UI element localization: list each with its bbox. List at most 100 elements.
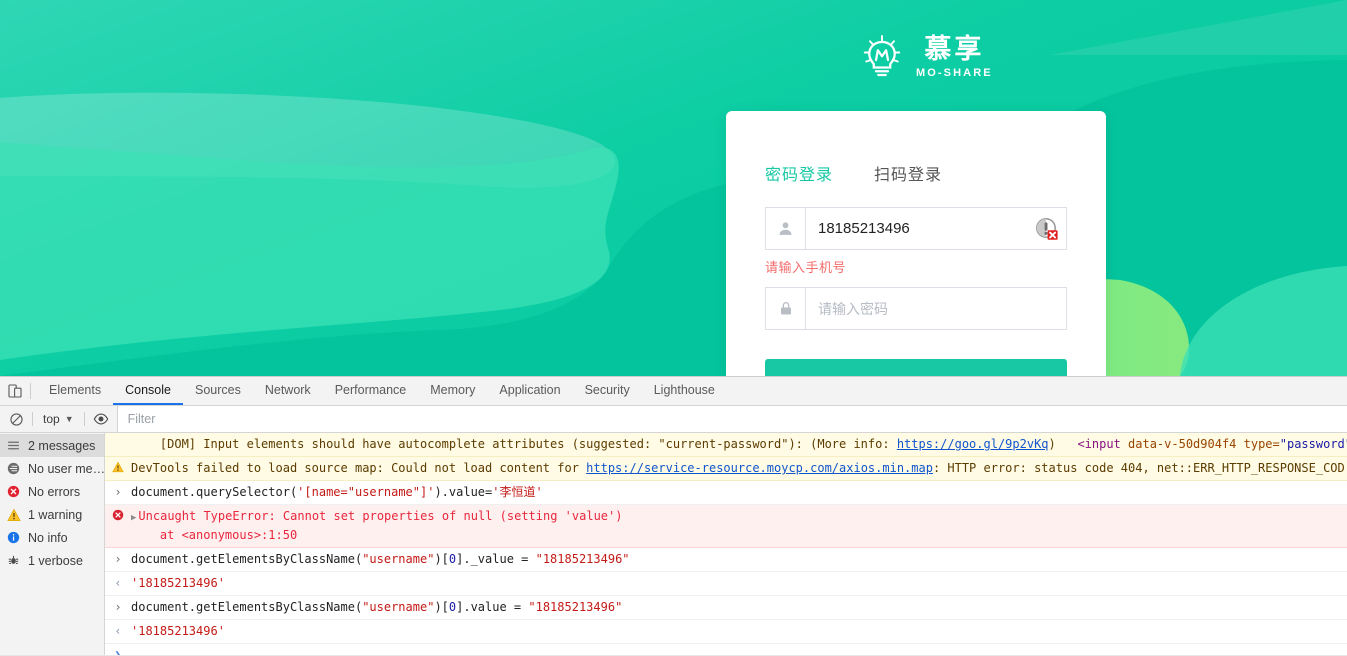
screen: 慕享 MO-SHARE 密码登录 扫码登录 18185213496 请输入手机号… [0, 0, 1347, 656]
sidebar-errors-label: No errors [28, 484, 81, 499]
text-segment[interactable]: https://goo.gl/9p2vKq [897, 437, 1049, 451]
login-tabs: 密码登录 扫码登录 [765, 161, 942, 199]
sidebar-messages-label: 2 messages [28, 438, 96, 453]
text-segment: )[ [434, 552, 449, 566]
sidebar-item-user-messages[interactable]: No user me… [0, 457, 104, 480]
clear-console-icon[interactable] [0, 406, 32, 432]
console-message-input[interactable]: › document.querySelector('[name="username… [105, 481, 1347, 505]
sidebar-item-warnings[interactable]: 1 warning [0, 503, 104, 526]
tab-security[interactable]: Security [573, 377, 642, 405]
username-field[interactable]: 18185213496 [765, 207, 1067, 250]
tab-application[interactable]: Application [487, 377, 572, 405]
text-segment: '李恒道' [492, 485, 543, 499]
text-segment: type= [1236, 437, 1280, 451]
tab-network[interactable]: Network [253, 377, 323, 405]
prompt-arrow-icon: › [114, 552, 122, 566]
console-message-input[interactable]: › document.getElementsByClassName("userna… [105, 548, 1347, 572]
tab-qrcode-login[interactable]: 扫码登录 [874, 161, 942, 199]
logo-text-cn: 慕享 [924, 33, 985, 65]
tab-performance[interactable]: Performance [323, 377, 419, 405]
error-icon [105, 508, 131, 521]
messages-icon [6, 438, 21, 453]
console-message-text: document.getElementsByClassName("usernam… [131, 599, 1347, 616]
username-input-value[interactable]: 18185213496 [806, 208, 1028, 249]
sidebar-item-messages[interactable]: 2 messages [0, 434, 104, 457]
console-message-text: '18185213496' [131, 623, 1347, 640]
console-message-text: ▶ Uncaught TypeError: Cannot set properti… [131, 508, 1347, 544]
sidebar-item-info[interactable]: No info [0, 526, 104, 549]
console-message-text: document.getElementsByClassName("usernam… [131, 551, 1347, 568]
error-icon [6, 484, 21, 499]
tab-elements[interactable]: Elements [37, 377, 113, 405]
tab-console[interactable]: Console [113, 377, 183, 405]
device-toggle-icon[interactable] [0, 377, 30, 405]
verbose-icon [6, 553, 21, 568]
console-message-result[interactable]: ‹ '18185213496' [105, 572, 1347, 596]
expand-triangle-icon[interactable]: ▶ [131, 513, 136, 523]
user-message-icon [6, 461, 21, 476]
text-segment: ].value = [456, 600, 529, 614]
console-message-input[interactable]: › document.getElementsByClassName("userna… [105, 596, 1347, 620]
logo-text-en: MO-SHARE [916, 66, 993, 79]
sidebar-verbose-label: 1 verbose [28, 553, 83, 568]
text-segment: at <anonymous>:1:50 [159, 528, 298, 542]
password-field[interactable]: 请输入密码 [765, 287, 1067, 330]
brand-logo: 慕享 MO-SHARE [858, 33, 993, 81]
sidebar-user-messages-label: No user me… [28, 461, 104, 476]
text-segment: ]._value = [456, 552, 536, 566]
text-segment: document.getElementsByClassName( [131, 600, 363, 614]
sidebar-item-errors[interactable]: No errors [0, 480, 104, 503]
console-message-text: DevTools failed to load source map: Coul… [131, 460, 1347, 477]
message-gutter [105, 436, 131, 437]
login-submit-button[interactable] [765, 359, 1067, 376]
console-message-result[interactable]: ‹ '18185213496' [105, 620, 1347, 644]
tab-memory[interactable]: Memory [418, 377, 487, 405]
chevron-down-icon: ▼ [64, 414, 74, 424]
text-segment: )[ [434, 600, 449, 614]
text-segment: ).value= [434, 485, 493, 499]
devtools-panel: Elements Console Sources Network Perform… [0, 376, 1347, 656]
live-expression-eye-icon[interactable] [85, 406, 117, 432]
text-segment: "18185213496" [528, 600, 623, 614]
text-segment: Uncaught TypeError: Cannot set propertie… [138, 509, 623, 523]
execution-context-label: top [43, 412, 60, 426]
login-card: 密码登录 扫码登录 18185213496 请输入手机号 请输入密码 [726, 111, 1106, 376]
text-segment: '18185213496' [131, 624, 225, 638]
text-segment: document.querySelector( [131, 485, 298, 499]
tab-password-login[interactable]: 密码登录 [765, 161, 833, 199]
prompt-arrow-icon: › [114, 600, 122, 614]
console-sidebar: 2 messages No user me… No errors 1 warni… [0, 433, 105, 656]
tab-sources[interactable]: Sources [183, 377, 253, 405]
lock-icon [766, 288, 806, 329]
execution-context-selector[interactable]: top ▼ [33, 406, 84, 432]
info-icon [6, 530, 21, 545]
background-decoration [0, 0, 1347, 376]
text-segment: "password" [1279, 437, 1347, 451]
text-segment: : HTTP error: status code 404, net::ERR_… [932, 461, 1345, 475]
broken-image-placeholder[interactable] [1028, 208, 1066, 249]
devtools-tabbar: Elements Console Sources Network Perform… [0, 377, 1347, 406]
console-filter-input[interactable]: Filter [116, 406, 1347, 432]
console-message-list[interactable]: [DOM] Input elements should have autocom… [105, 433, 1347, 656]
devtools-tab-list: Elements Console Sources Network Perform… [31, 377, 727, 405]
password-input-placeholder[interactable]: 请输入密码 [806, 288, 1066, 329]
text-segment: data-v-50d904f4 [1120, 437, 1237, 451]
prompt-arrow-icon: › [114, 485, 122, 499]
result-arrow-icon: ‹ [114, 624, 122, 638]
broken-image-icon [1036, 217, 1058, 240]
console-message-warning[interactable]: DevTools failed to load source map: Coul… [105, 457, 1347, 481]
tab-lighthouse[interactable]: Lighthouse [642, 377, 727, 405]
text-segment[interactable]: https://service-resource.moycp.com/axios… [586, 461, 933, 475]
user-icon [766, 208, 806, 249]
warning-icon [105, 460, 131, 473]
login-page: 慕享 MO-SHARE 密码登录 扫码登录 18185213496 请输入手机号… [0, 0, 1347, 376]
text-segment: "username" [362, 600, 435, 614]
console-message-error[interactable]: ▶ Uncaught TypeError: Cannot set properti… [105, 505, 1347, 548]
text-segment: '[name="username"]' [297, 485, 435, 499]
sidebar-item-verbose[interactable]: 1 verbose [0, 549, 104, 572]
text-segment: '18185213496' [131, 576, 225, 590]
text-segment: DevTools failed to load source map: Coul… [131, 461, 587, 475]
text-segment: [DOM] Input elements should have autocom… [131, 437, 897, 451]
text-segment: <input [1077, 437, 1121, 451]
console-message-warning[interactable]: [DOM] Input elements should have autocom… [105, 433, 1347, 457]
